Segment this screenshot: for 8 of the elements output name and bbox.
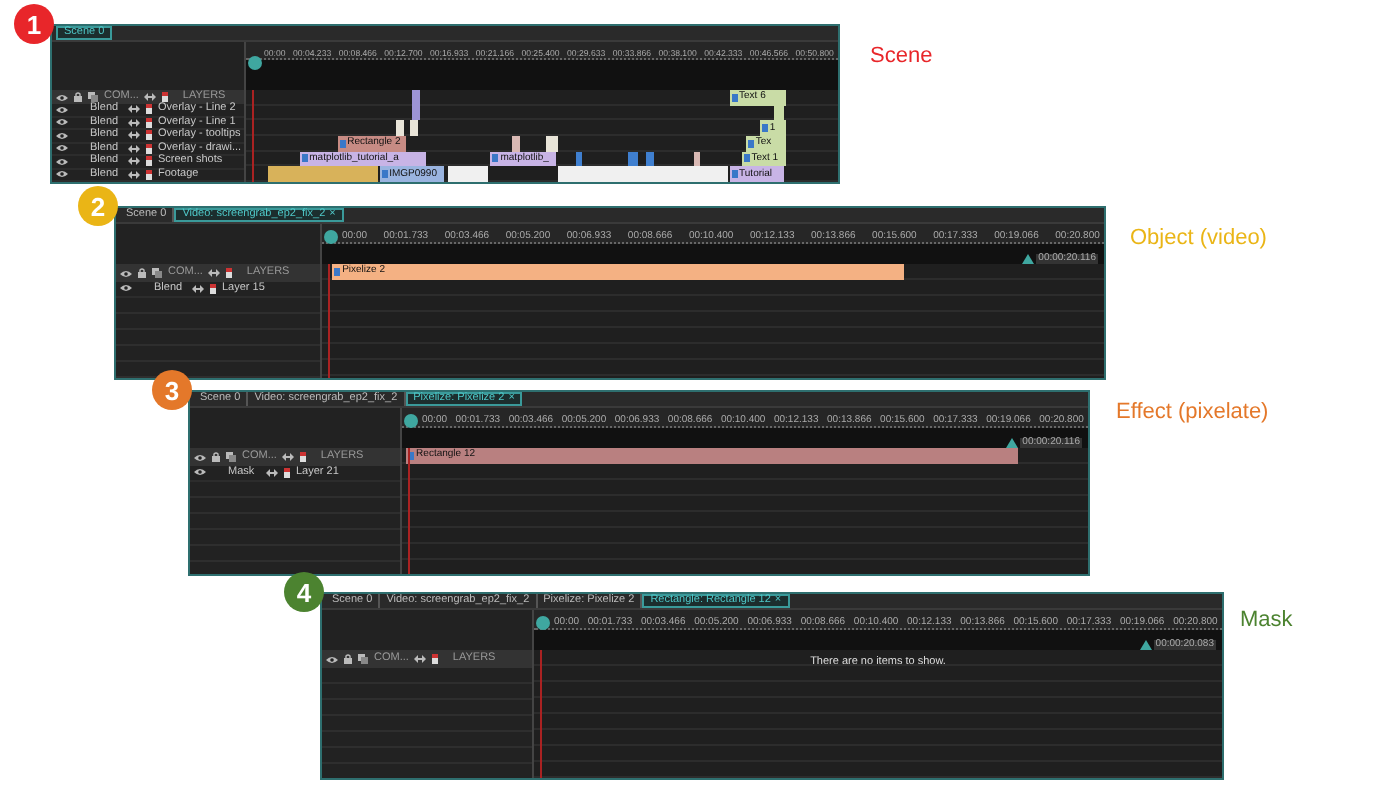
step-number-badge: 4 — [284, 572, 324, 612]
panel-caption: Mask — [1240, 606, 1293, 636]
step-number-badge: 2 — [78, 186, 118, 226]
panel-caption: Scene — [870, 42, 933, 72]
step-number-badge: 3 — [152, 370, 192, 410]
panel-caption: Object (video) — [1130, 224, 1267, 254]
step-number-badge: 1 — [14, 4, 54, 44]
panel-caption: Effect (pixelate) — [1116, 398, 1269, 428]
